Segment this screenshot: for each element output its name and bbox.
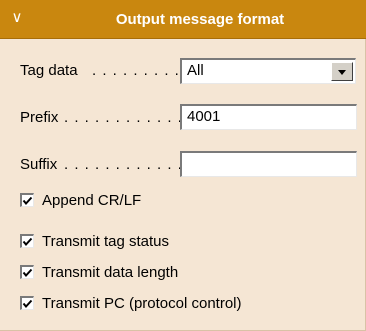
panel-title: Output message format <box>115 11 285 28</box>
transmit-tag-status-label: Transmit tag status <box>42 233 169 250</box>
transmit-pc-label: Transmit PC (protocol control) <box>42 295 242 312</box>
prefix-input-value: 4001 <box>187 108 221 125</box>
prefix-input[interactable]: 4001 <box>180 104 357 130</box>
output-message-format-panel: ∨ Output message format Tag data . . . .… <box>0 0 366 331</box>
tag-data-label: Tag data <box>20 62 78 79</box>
checkmark-icon <box>22 237 33 247</box>
tag-data-leader-dots: . . . . . . . . . <box>92 62 180 79</box>
transmit-data-length-label: Transmit data length <box>42 264 179 281</box>
prefix-label: Prefix <box>20 109 59 126</box>
transmit-pc-checkbox[interactable] <box>20 296 34 310</box>
suffix-leader-dots: . . . . . . . . . . . . <box>64 156 183 173</box>
dropdown-arrow-icon[interactable] <box>331 62 353 81</box>
transmit-tag-status-checkbox[interactable] <box>20 234 34 248</box>
transmit-data-length-checkbox[interactable] <box>20 265 34 279</box>
tag-data-selected-value: All <box>187 62 204 79</box>
chevron-down-icon[interactable]: ∨ <box>8 8 26 26</box>
append-crlf-checkbox[interactable] <box>20 193 34 207</box>
suffix-input[interactable] <box>180 151 357 177</box>
checkmark-icon <box>22 268 33 278</box>
checkmark-icon <box>22 196 33 206</box>
prefix-leader-dots: . . . . . . . . . . . . <box>64 109 183 126</box>
tag-data-select[interactable]: All <box>180 58 356 84</box>
suffix-label: Suffix <box>20 156 58 173</box>
append-crlf-label: Append CR/LF <box>42 192 142 209</box>
checkmark-icon <box>22 299 33 309</box>
panel-header[interactable]: ∨ Output message format <box>0 0 366 39</box>
